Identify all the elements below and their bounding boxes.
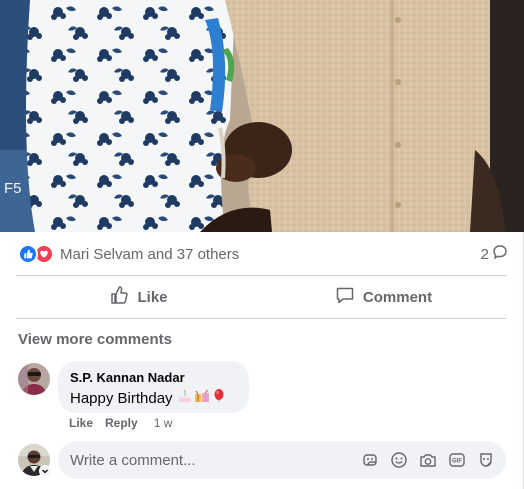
comment-bubble: S.P. Kannan Nadar Happy Birthday <box>58 361 249 413</box>
camera-icon[interactable] <box>418 450 438 470</box>
comment-author[interactable]: S.P. Kannan Nadar <box>70 370 237 385</box>
cake-emoji <box>177 388 193 408</box>
comment-count-number: 2 <box>480 245 489 263</box>
post-card: F5 Mari Selvam and 37 others 2 Like Comm… <box>0 0 524 489</box>
thumbs-up-icon <box>109 285 129 309</box>
reaction-summary[interactable]: Mari Selvam and 37 others <box>60 246 239 263</box>
like-button[interactable]: Like <box>16 277 261 317</box>
comment-emojis <box>177 388 227 408</box>
profile-switch-chevron-icon[interactable] <box>39 465 51 477</box>
divider <box>16 275 506 276</box>
comment-timestamp[interactable]: 1 w <box>154 416 173 430</box>
gif-icon[interactable]: GIF <box>447 450 467 470</box>
comment-meta: Like Reply 1 w <box>69 416 172 430</box>
comment-text: Happy Birthday <box>70 389 173 407</box>
comment-icon <box>335 285 355 309</box>
post-photo[interactable]: F5 <box>0 0 524 232</box>
comment-button[interactable]: Comment <box>261 277 506 317</box>
balloon-emoji <box>211 388 227 408</box>
photo-watermark-text: F5 <box>4 180 22 197</box>
view-more-comments-link[interactable]: View more comments <box>18 331 172 348</box>
avatar-sticker-icon[interactable] <box>476 450 496 470</box>
post-actions: Like Comment <box>16 277 506 317</box>
comment-composer: GIF <box>58 441 506 479</box>
gift-emoji <box>194 388 210 408</box>
comment-like-button[interactable]: Like <box>69 416 93 430</box>
like-icon <box>18 244 38 264</box>
comment-bubble-icon <box>492 244 508 264</box>
avatar[interactable] <box>18 363 50 395</box>
comment-body: Happy Birthday <box>70 388 237 408</box>
like-button-label: Like <box>137 288 168 306</box>
photo-image <box>0 0 524 232</box>
comment-reply-button[interactable]: Reply <box>105 416 138 430</box>
composer-tools: GIF <box>360 450 496 470</box>
comment-input[interactable] <box>70 451 360 469</box>
comment-button-label: Comment <box>362 288 433 306</box>
svg-text:GIF: GIF <box>452 459 462 465</box>
divider <box>16 318 506 319</box>
comment-count[interactable]: 2 <box>481 244 508 264</box>
reaction-icons[interactable] <box>18 244 54 264</box>
emoji-icon[interactable] <box>389 450 409 470</box>
reactions-bar: Mari Selvam and 37 others 2 <box>18 242 508 266</box>
sticker-icon[interactable] <box>360 450 380 470</box>
